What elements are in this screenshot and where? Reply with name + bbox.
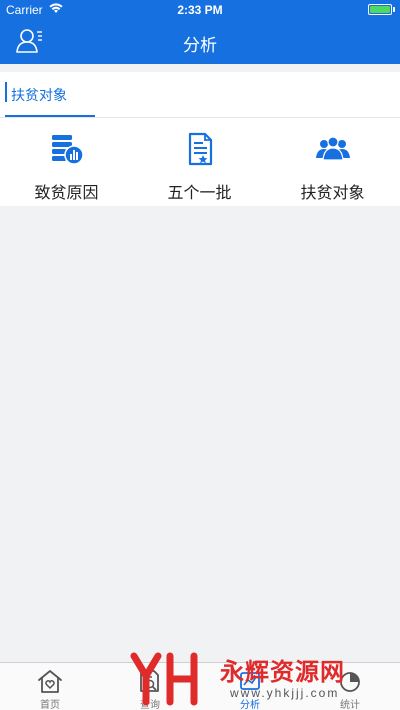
tab-poverty-target[interactable]: 扶贫对象 <box>5 72 95 117</box>
clock: 2:33 PM <box>177 3 223 17</box>
watermark-logo-icon <box>130 652 198 706</box>
tab-label: 首页 <box>40 700 60 710</box>
watermark: 永辉资源网 www.yhkjjj.com <box>130 650 400 710</box>
grid-item-five-batches[interactable]: 五个一批 <box>133 118 266 206</box>
people-group-icon <box>315 136 350 161</box>
battery-tip <box>393 7 395 12</box>
grid-item-poverty-target[interactable]: 扶贫对象 <box>266 118 399 206</box>
status-bar: Carrier 2:33 PM <box>0 0 400 20</box>
document-star-icon <box>188 132 212 166</box>
watermark-text: 永辉资源网 <box>220 658 345 686</box>
tab-underline <box>5 115 95 117</box>
home-heart-icon <box>38 670 62 693</box>
tab-home[interactable]: 首页 <box>0 663 100 710</box>
page-title: 分析 <box>183 36 217 56</box>
grid-item-poverty-cause[interactable]: 致贫原因 <box>0 118 133 206</box>
grid-item-label: 致贫原因 <box>34 183 99 202</box>
tab-marker <box>5 82 7 102</box>
battery-icon <box>368 4 392 15</box>
navigation-bar: 分析 <box>0 20 400 64</box>
grid-item-label: 扶贫对象 <box>300 183 365 202</box>
tab-label: 扶贫对象 <box>11 88 67 104</box>
watermark-url: www.yhkjjj.com <box>230 686 340 700</box>
poverty-cause-chart-icon <box>51 135 84 165</box>
category-tab-strip: 扶贫对象 <box>0 72 400 118</box>
analysis-grid: 致贫原因 五个一批 扶贫对象 <box>0 118 400 206</box>
grid-item-label: 五个一批 <box>167 183 232 202</box>
